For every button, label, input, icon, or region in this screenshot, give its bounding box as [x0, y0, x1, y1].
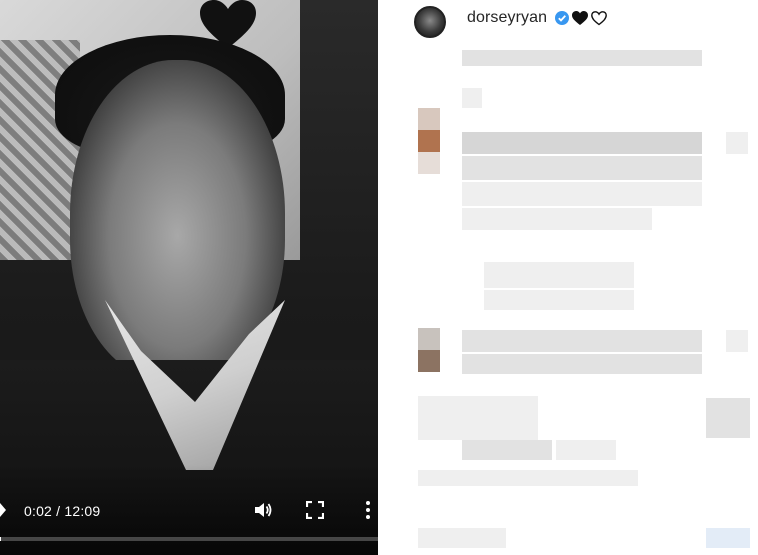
time-total: 12:09 [64, 503, 101, 519]
play-icon[interactable] [0, 503, 6, 517]
comment-avatar [418, 108, 440, 130]
progress-bar[interactable] [0, 537, 378, 541]
comment-avatar-shade [418, 130, 440, 152]
avatar[interactable] [414, 6, 446, 38]
more-vertical-icon[interactable] [360, 500, 376, 520]
video-player[interactable]: 0:02 / 12:09 [0, 0, 378, 555]
volume-icon[interactable] [253, 500, 273, 520]
fullscreen-icon[interactable] [306, 501, 324, 519]
time-separator: / [52, 503, 65, 519]
black-heart-icon [572, 11, 588, 25]
instagram-post: dorseyryan [396, 0, 758, 555]
time-display: 0:02 / 12:09 [24, 503, 100, 519]
verified-icon [555, 11, 569, 25]
comment-avatar-shade2 [418, 152, 440, 174]
progress-fill [0, 537, 2, 541]
white-heart-icon [591, 11, 607, 26]
comment-avatar [418, 328, 440, 350]
username[interactable]: dorseyryan [467, 9, 547, 27]
video-controls: 0:02 / 12:09 [0, 497, 378, 525]
comment-avatar-shade [418, 350, 440, 372]
panel-separator [378, 0, 396, 555]
time-current: 0:02 [24, 503, 53, 519]
